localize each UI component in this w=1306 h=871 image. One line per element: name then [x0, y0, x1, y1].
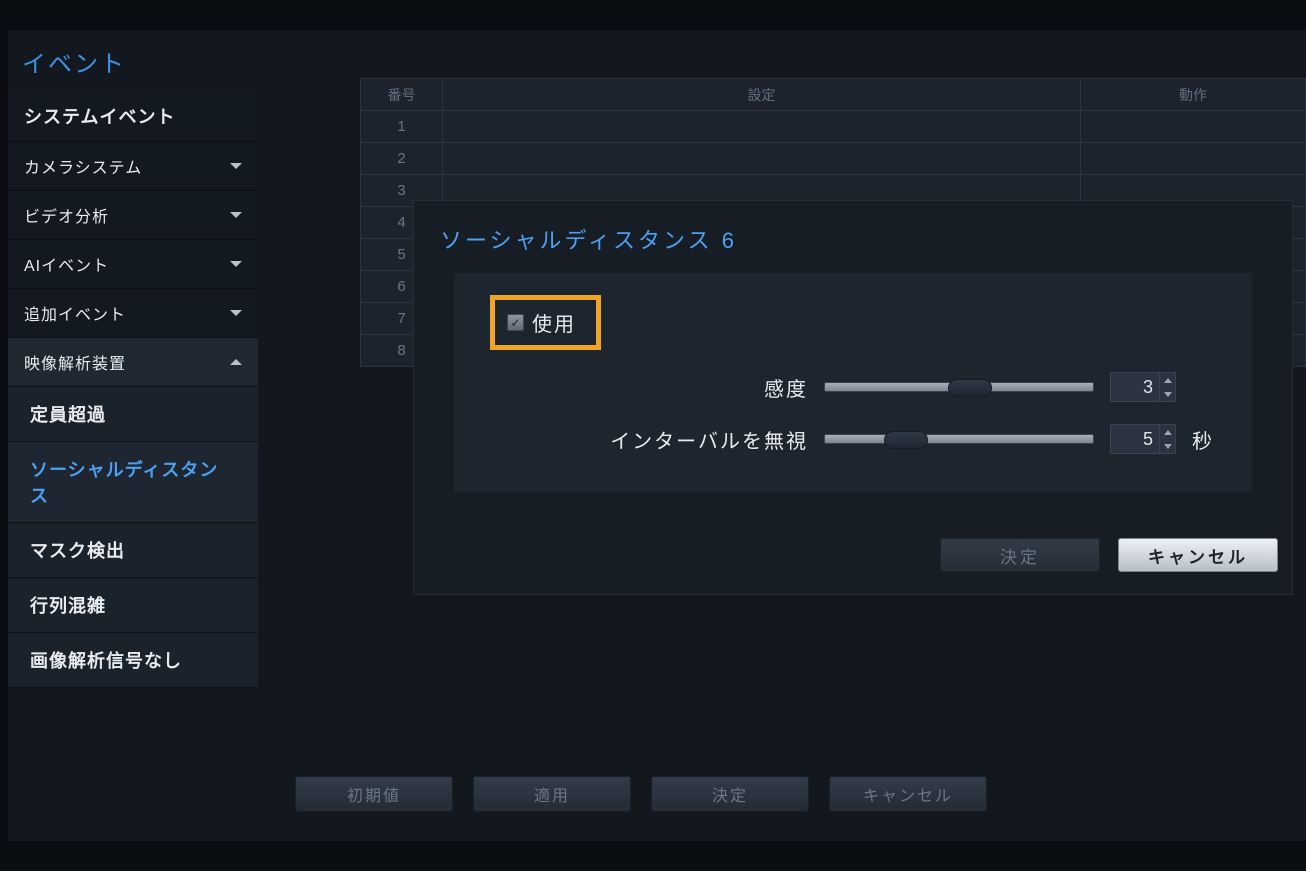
row-set[interactable]: [443, 111, 1081, 143]
sidebar-item-video-analyzer[interactable]: 映像解析装置: [8, 338, 258, 387]
sidebar-sub-no-image-signal[interactable]: 画像解析信号なし: [8, 633, 258, 688]
cancel-button[interactable]: キャンセル: [829, 776, 987, 812]
sidebar-item-ai-event[interactable]: AIイベント: [8, 240, 258, 289]
sensitivity-label: 感度: [764, 373, 808, 402]
ignore-interval-row: インターバルを無視 秒: [490, 424, 1216, 454]
arrow-up-icon: [1164, 430, 1172, 435]
ignore-interval-unit: 秒: [1192, 425, 1216, 454]
step-up-button[interactable]: [1160, 425, 1175, 439]
sidebar-sub-label: マスク検出: [30, 541, 125, 561]
sidebar-item-additional-event[interactable]: 追加イベント: [8, 289, 258, 338]
stepper-arrows: [1160, 424, 1176, 454]
sensitivity-row: 感度: [490, 372, 1216, 402]
step-down-button[interactable]: [1160, 387, 1175, 401]
chevron-down-icon: [230, 163, 242, 169]
sidebar-sub-label: 画像解析信号なし: [30, 651, 182, 671]
chevron-down-icon: [230, 261, 242, 267]
sidebar-item-label: 追加イベント: [24, 301, 126, 325]
col-settings: 設定: [443, 79, 1081, 111]
dialog-body: ✓ 使用 感度 インターバルを無視: [454, 273, 1252, 492]
step-up-button[interactable]: [1160, 373, 1175, 387]
apply-button[interactable]: 適用: [473, 776, 631, 812]
row-op[interactable]: [1081, 111, 1306, 143]
use-label: 使用: [532, 308, 576, 337]
sidebar-item-camera-system[interactable]: カメラシステム: [8, 142, 258, 191]
ignore-interval-input[interactable]: [1110, 424, 1160, 454]
ignore-interval-stepper[interactable]: [1110, 424, 1176, 454]
row-num: 1: [361, 111, 443, 143]
ignore-interval-label: インターバルを無視: [610, 425, 808, 454]
reset-button[interactable]: 初期値: [295, 776, 453, 812]
row-op[interactable]: [1081, 143, 1306, 175]
sidebar-sub-capacity-exceeded[interactable]: 定員超過: [8, 387, 258, 442]
arrow-down-icon: [1164, 444, 1172, 449]
col-number: 番号: [361, 79, 443, 111]
social-distance-dialog: ソーシャルディスタンス 6 ✓ 使用 感度 インターバルを無視: [413, 200, 1293, 595]
chevron-up-icon: [230, 359, 242, 365]
arrow-down-icon: [1164, 392, 1172, 397]
sidebar-title: イベント: [8, 32, 258, 91]
sensitivity-stepper[interactable]: [1110, 372, 1176, 402]
stepper-arrows: [1160, 372, 1176, 402]
sidebar-item-video-analysis[interactable]: ビデオ分析: [8, 191, 258, 240]
row-num: 2: [361, 143, 443, 175]
chevron-down-icon: [230, 212, 242, 218]
sidebar-sub-mask-detection[interactable]: マスク検出: [8, 523, 258, 578]
table-row[interactable]: 2: [361, 143, 1306, 175]
sidebar-item-label: ビデオ分析: [24, 203, 109, 227]
sidebar-sub-queue-congestion[interactable]: 行列混雑: [8, 578, 258, 633]
use-checkbox[interactable]: ✓: [507, 314, 524, 331]
sidebar-item-label: AIイベント: [24, 252, 109, 276]
col-operation: 動作: [1081, 79, 1306, 111]
chevron-down-icon: [230, 310, 242, 316]
slider-thumb[interactable]: [884, 431, 928, 449]
dialog-ok-button[interactable]: 決定: [940, 538, 1100, 572]
sidebar-sub-label: 定員超過: [30, 405, 106, 425]
table-row[interactable]: 1: [361, 111, 1306, 143]
ok-button[interactable]: 決定: [651, 776, 809, 812]
sidebar-item-label: システムイベント: [24, 103, 175, 129]
dialog-cancel-button[interactable]: キャンセル: [1118, 538, 1278, 572]
arrow-up-icon: [1164, 378, 1172, 383]
dialog-button-bar: 決定 キャンセル: [940, 538, 1278, 572]
sensitivity-input[interactable]: [1110, 372, 1160, 402]
sidebar-sub-label: ソーシャルディスタンス: [30, 460, 218, 506]
sidebar-sub-social-distance[interactable]: ソーシャルディスタンス: [8, 442, 258, 523]
table-header-row: 番号 設定 動作: [361, 79, 1306, 111]
use-highlight-frame: ✓ 使用: [490, 295, 601, 350]
sidebar-item-system-event[interactable]: システムイベント: [8, 91, 258, 142]
row-set[interactable]: [443, 143, 1081, 175]
sidebar-item-label: 映像解析装置: [24, 350, 126, 374]
step-down-button[interactable]: [1160, 439, 1175, 453]
sidebar-sub-label: 行列混雑: [30, 596, 106, 616]
slider-thumb[interactable]: [948, 379, 992, 397]
dialog-title: ソーシャルディスタンス 6: [414, 201, 1292, 273]
sensitivity-slider[interactable]: [824, 382, 1094, 392]
ignore-interval-slider[interactable]: [824, 434, 1094, 444]
bottom-button-bar: 初期値 適用 決定 キャンセル: [295, 776, 987, 812]
sidebar: イベント システムイベント カメラシステム ビデオ分析 AIイベント 追加イベン…: [8, 32, 258, 688]
sidebar-item-label: カメラシステム: [24, 154, 142, 178]
